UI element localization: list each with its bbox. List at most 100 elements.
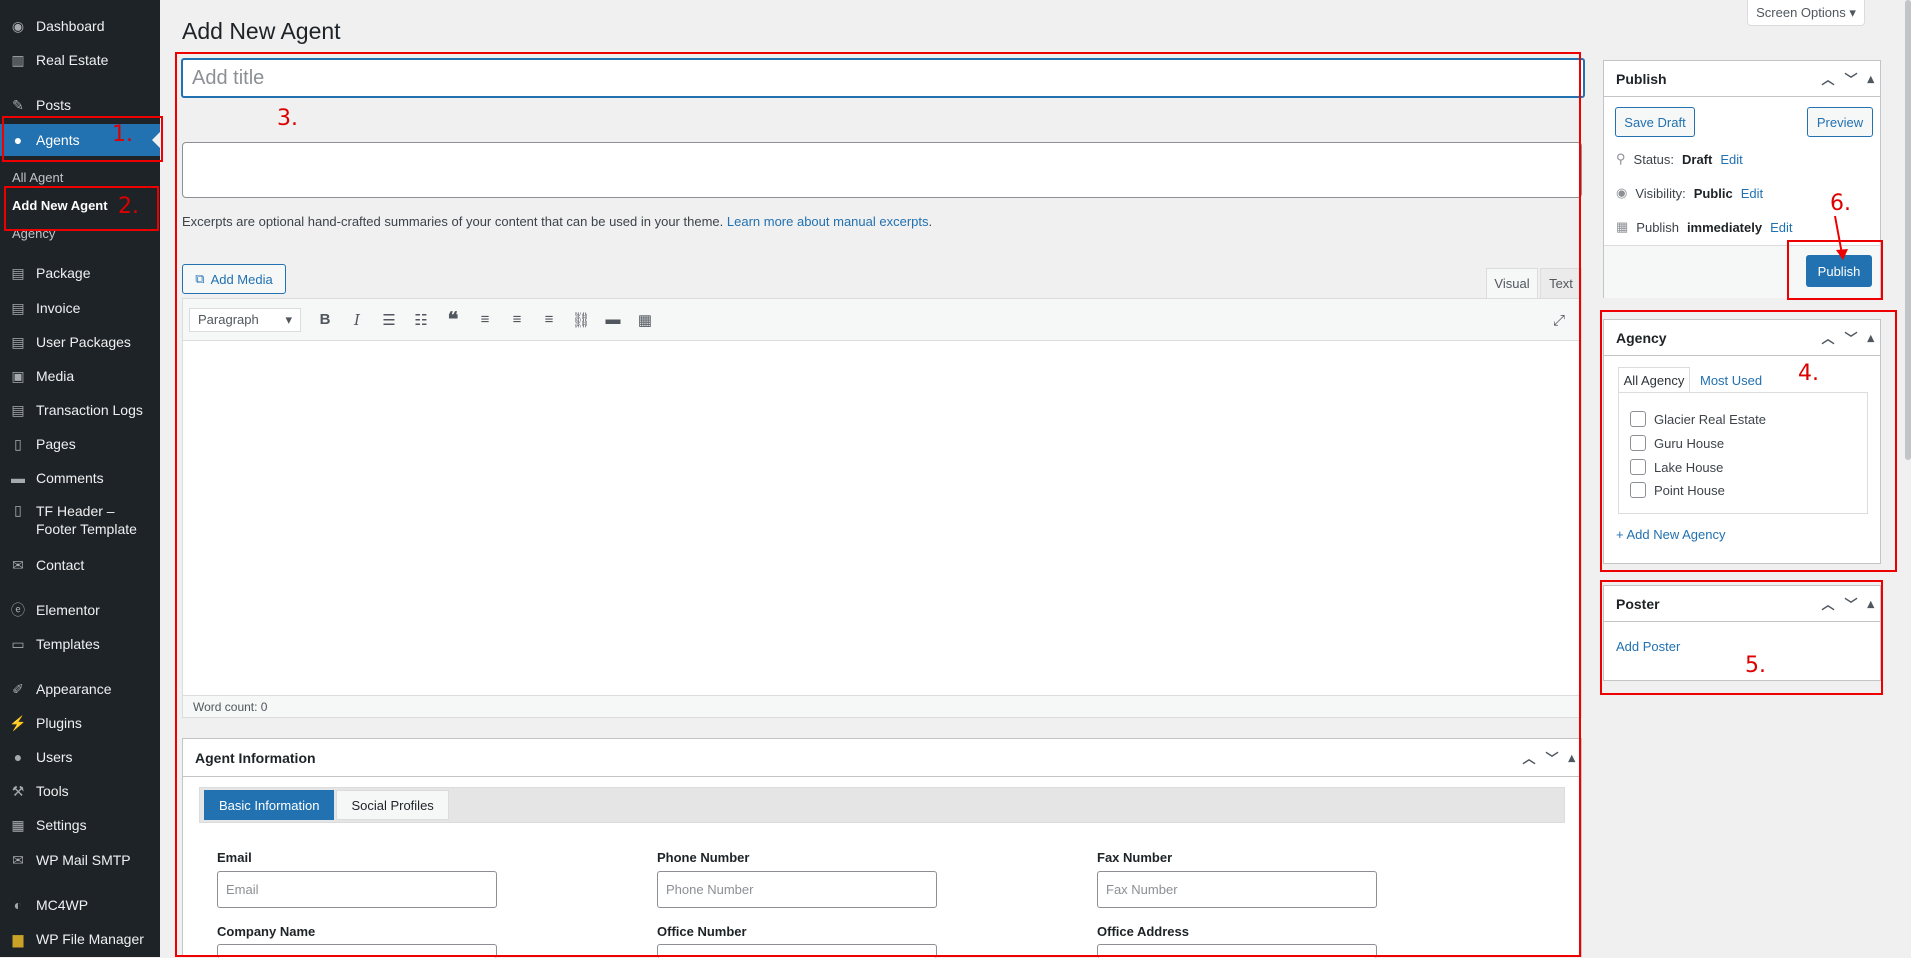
status-edit-link[interactable]: Edit (1720, 152, 1742, 167)
chevron-down-icon[interactable]: ﹀ (1545, 748, 1558, 767)
read-more-icon[interactable]: ▬ (597, 305, 629, 335)
tab-all-agency[interactable]: All Agency (1618, 367, 1690, 393)
template-icon: ▯ (14, 502, 22, 518)
menu-posts[interactable]: ✎ Posts (0, 89, 160, 121)
screen-options-button[interactable]: Screen Options ▾ (1747, 0, 1865, 26)
menu-label-line1: TF Header – (36, 503, 115, 519)
visibility-edit-link[interactable]: Edit (1741, 186, 1763, 201)
agency-option-label: Point House (1654, 482, 1725, 498)
excerpt-learn-more-link[interactable]: Learn more about manual excerpts (727, 214, 929, 229)
italic-icon[interactable]: I (341, 305, 373, 335)
agent-information-box: Agent Information ︿ ﹀ ▴ Basic Information … (182, 738, 1582, 958)
menu-elementor[interactable]: ⓔ Elementor (0, 594, 160, 626)
folder-icon: ▭ (11, 635, 25, 652)
tab-text[interactable]: Text (1540, 268, 1582, 298)
fax-number-field[interactable]: Fax Number (1097, 871, 1377, 908)
office-number-field[interactable] (657, 944, 937, 958)
menu-transaction-logs[interactable]: ▤ Transaction Logs (0, 394, 160, 426)
phone-number-field[interactable]: Phone Number (657, 871, 937, 908)
chevron-up-icon[interactable]: ︿ (1821, 594, 1834, 613)
chevron-up-icon[interactable]: ︿ (1522, 748, 1535, 767)
menu-agents[interactable]: ● Agents (0, 124, 160, 156)
menu-tools[interactable]: ⚒ Tools (0, 775, 160, 807)
align-right-icon[interactable]: ≡ (533, 305, 565, 335)
toggle-icon[interactable]: ▴ (1568, 750, 1575, 766)
tab-most-used[interactable]: Most Used (1700, 367, 1762, 393)
menu-settings[interactable]: ▦ Settings (0, 809, 160, 841)
chevron-down-icon[interactable]: ﹀ (1844, 328, 1857, 347)
editor-body[interactable] (183, 341, 1581, 699)
email-field[interactable]: Email (217, 871, 497, 908)
menu-pages[interactable]: ▯ Pages (0, 428, 160, 460)
toggle-icon[interactable]: ▴ (1867, 596, 1874, 612)
publish-date-label: Publish (1636, 219, 1679, 235)
submenu-add-new-agent[interactable]: Add New Agent (12, 198, 108, 213)
add-media-button[interactable]: ⧉ Add Media (182, 264, 286, 294)
menu-label: Tools (36, 783, 69, 799)
checkbox[interactable] (1630, 459, 1646, 475)
menu-mc4wp[interactable]: ◐ MC4WP (0, 889, 160, 921)
menu-users[interactable]: ● Users (0, 741, 160, 773)
agency-option[interactable]: Glacier Real Estate (1630, 411, 1766, 427)
agency-option[interactable]: Guru House (1630, 435, 1724, 451)
menu-tf-header-footer[interactable]: ▯ TF Header – Footer Template (0, 502, 160, 542)
toolbar-toggle-icon[interactable]: ▦ (629, 305, 661, 335)
menu-wp-mail-smtp[interactable]: ✉ WP Mail SMTP (0, 844, 160, 876)
menu-templates[interactable]: ▭ Templates (0, 628, 160, 660)
save-draft-button[interactable]: Save Draft (1615, 107, 1695, 137)
toggle-icon[interactable]: ▴ (1867, 330, 1874, 346)
preview-button[interactable]: Preview (1807, 107, 1873, 137)
menu-package[interactable]: ▤ Package (0, 257, 160, 289)
caret-down-icon: ▾ (1849, 4, 1856, 20)
menu-invoice[interactable]: ▤ Invoice (0, 292, 160, 324)
office-address-field[interactable] (1097, 944, 1377, 958)
menu-contact[interactable]: ✉ Contact (0, 549, 160, 581)
menu-appearance[interactable]: ✐ Appearance (0, 673, 160, 705)
add-new-agency-link[interactable]: + Add New Agency (1616, 527, 1726, 542)
fullscreen-icon[interactable]: ⤢ (1543, 305, 1575, 335)
submenu-agency[interactable]: Agency (12, 226, 55, 241)
company-name-field[interactable] (217, 944, 497, 958)
bullet-list-icon[interactable]: ☰ (373, 305, 405, 335)
checkbox[interactable] (1630, 435, 1646, 451)
menu-real-estate[interactable]: ▥ Real Estate (0, 44, 160, 76)
menu-media[interactable]: ▣ Media (0, 360, 160, 392)
box-controls: ︿ ﹀ ▴ (1821, 61, 1874, 96)
chevron-down-icon[interactable]: ﹀ (1844, 69, 1857, 88)
status-row: ⚲ Status: Draft Edit (1616, 151, 1743, 167)
menu-comments[interactable]: ▬ Comments (0, 462, 160, 494)
align-left-icon[interactable]: ≡ (469, 305, 501, 335)
menu-user-packages[interactable]: ▤ User Packages (0, 326, 160, 358)
tab-social-profiles[interactable]: Social Profiles (336, 790, 449, 820)
menu-wp-file-manager[interactable]: ▆ WP File Manager (0, 923, 160, 955)
blockquote-icon[interactable]: ❝ (437, 305, 469, 335)
menu-dashboard[interactable]: ◉ Dashboard (0, 10, 160, 42)
title-input[interactable] (182, 59, 1584, 97)
chevron-up-icon[interactable]: ︿ (1821, 328, 1834, 347)
bold-icon[interactable]: B (309, 305, 341, 335)
poster-title: Poster (1616, 595, 1660, 612)
add-poster-link[interactable]: Add Poster (1616, 639, 1680, 654)
link-icon[interactable]: ⛓ (565, 305, 597, 335)
agency-option[interactable]: Point House (1630, 482, 1725, 498)
publish-date-edit-link[interactable]: Edit (1770, 220, 1792, 235)
numbered-list-icon[interactable]: ☷ (405, 305, 437, 335)
align-center-icon[interactable]: ≡ (501, 305, 533, 335)
mc4wp-icon: ◐ (13, 897, 23, 913)
scrollbar[interactable] (1905, 0, 1911, 957)
screen-options-label: Screen Options (1756, 5, 1846, 20)
checkbox[interactable] (1630, 482, 1646, 498)
tab-basic-information[interactable]: Basic Information (204, 790, 335, 820)
chevron-up-icon[interactable]: ︿ (1821, 69, 1834, 88)
menu-plugins[interactable]: ⚡ Plugins (0, 707, 160, 739)
chevron-down-icon[interactable]: ﹀ (1844, 594, 1857, 613)
tab-visual[interactable]: Visual (1486, 268, 1538, 298)
scrollbar-thumb[interactable] (1905, 0, 1911, 460)
submenu-all-agent[interactable]: All Agent (12, 170, 63, 185)
poster-box: Poster ︿ ﹀ ▴ Add Poster (1603, 585, 1881, 681)
agency-option[interactable]: Lake House (1630, 459, 1723, 475)
format-select[interactable]: Paragraph ▾ (189, 307, 301, 332)
checkbox[interactable] (1630, 411, 1646, 427)
toggle-icon[interactable]: ▴ (1867, 71, 1874, 87)
excerpt-textarea[interactable] (182, 142, 1582, 198)
